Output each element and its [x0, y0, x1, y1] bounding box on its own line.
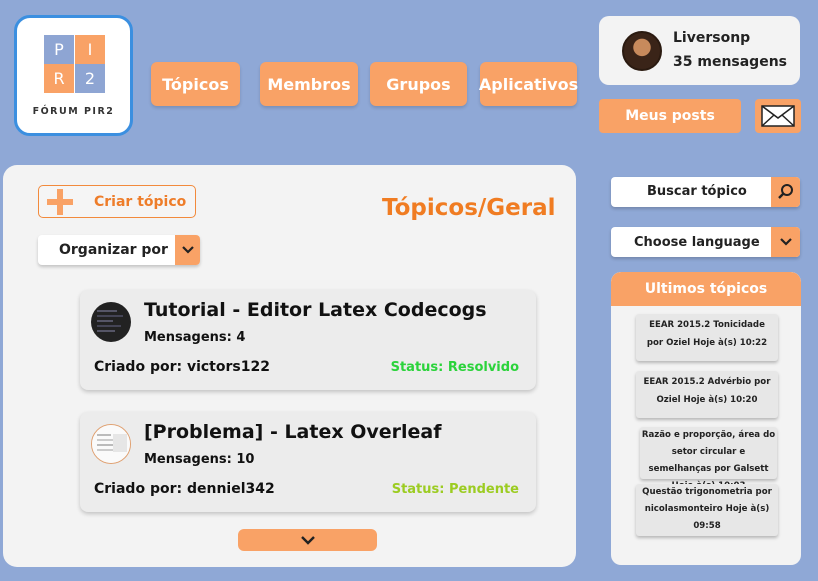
topic-title[interactable]: [Problema] - Latex Overleaf: [144, 421, 442, 443]
search-icon: [777, 184, 793, 199]
logo-letter-i: I: [75, 35, 105, 64]
topic-messages: Mensagens: 10: [144, 452, 255, 467]
mail-icon: [761, 105, 795, 127]
topic-card[interactable]: [Problema] - Latex Overleaf Mensagens: 1…: [80, 412, 536, 512]
chevron-down-icon[interactable]: [175, 235, 200, 265]
nav-grupos-button[interactable]: Grupos: [370, 62, 467, 106]
search-button[interactable]: [771, 177, 800, 207]
plus-icon: [47, 189, 73, 215]
organize-by-dropdown[interactable]: Organizar por: [38, 235, 200, 265]
recent-topic-item[interactable]: EEAR 2015.2 Tonicidade por Oziel Hoje à(…: [636, 314, 778, 361]
topic-status: Status: Pendente: [391, 482, 519, 497]
logo-letter-r: R: [44, 64, 74, 93]
forum-logo[interactable]: P I R 2 FÓRUM PIR2: [14, 15, 133, 136]
topic-author: Criado por: victors122: [94, 359, 270, 375]
language-label: Choose language: [634, 235, 760, 250]
recent-topics-panel: Ultimos tópicos EEAR 2015.2 Tonicidade p…: [611, 272, 801, 565]
create-topic-button[interactable]: Criar tópico: [38, 185, 196, 218]
organize-by-label: Organizar por: [59, 242, 168, 258]
logo-letter-2: 2: [75, 64, 105, 93]
logo-letter-p: P: [44, 35, 74, 64]
topic-thumbnail: [91, 302, 131, 342]
chevron-down-icon[interactable]: [771, 227, 800, 257]
topic-author: Criado por: denniel342: [94, 481, 275, 497]
create-topic-label: Criar tópico: [94, 194, 187, 210]
topic-status: Status: Resolvido: [390, 360, 519, 375]
recent-topic-item[interactable]: Questão trigonometria por nicolasmonteir…: [636, 484, 778, 536]
logo-mark: P I R 2: [44, 35, 105, 93]
topic-card[interactable]: Tutorial - Editor Latex Codecogs Mensage…: [80, 290, 536, 390]
nav-topicos-button[interactable]: Tópicos: [151, 62, 240, 106]
nav-membros-button[interactable]: Membros: [260, 62, 358, 106]
page-title: Tópicos/Geral: [382, 195, 556, 221]
load-more-button[interactable]: [238, 529, 377, 551]
search-topic-label: Buscar tópico: [647, 184, 747, 199]
language-dropdown[interactable]: Choose language: [611, 227, 800, 257]
avatar: [622, 31, 662, 71]
username: Liversonp: [673, 30, 751, 46]
logo-text: FÓRUM PIR2: [32, 106, 115, 117]
user-card[interactable]: Liversonp 35 mensagens: [599, 16, 800, 85]
chevron-down-icon: [300, 536, 315, 545]
nav-aplicativos-button[interactable]: Aplicativos: [479, 62, 578, 106]
topic-messages: Mensagens: 4: [144, 330, 246, 345]
messages-button[interactable]: [755, 99, 801, 133]
search-topic-field[interactable]: Buscar tópico: [611, 177, 800, 207]
topic-title[interactable]: Tutorial - Editor Latex Codecogs: [144, 299, 487, 321]
recent-topics-title: Ultimos tópicos: [611, 272, 801, 306]
user-message-count: 35 mensagens: [673, 54, 788, 70]
recent-topic-item[interactable]: Razão e proporção, área do setor circula…: [640, 427, 777, 491]
topic-thumbnail: [91, 424, 131, 464]
recent-topic-item[interactable]: EEAR 2015.2 Advérbio por Oziel Hoje à(s)…: [636, 371, 778, 418]
my-posts-button[interactable]: Meus posts: [599, 99, 741, 133]
